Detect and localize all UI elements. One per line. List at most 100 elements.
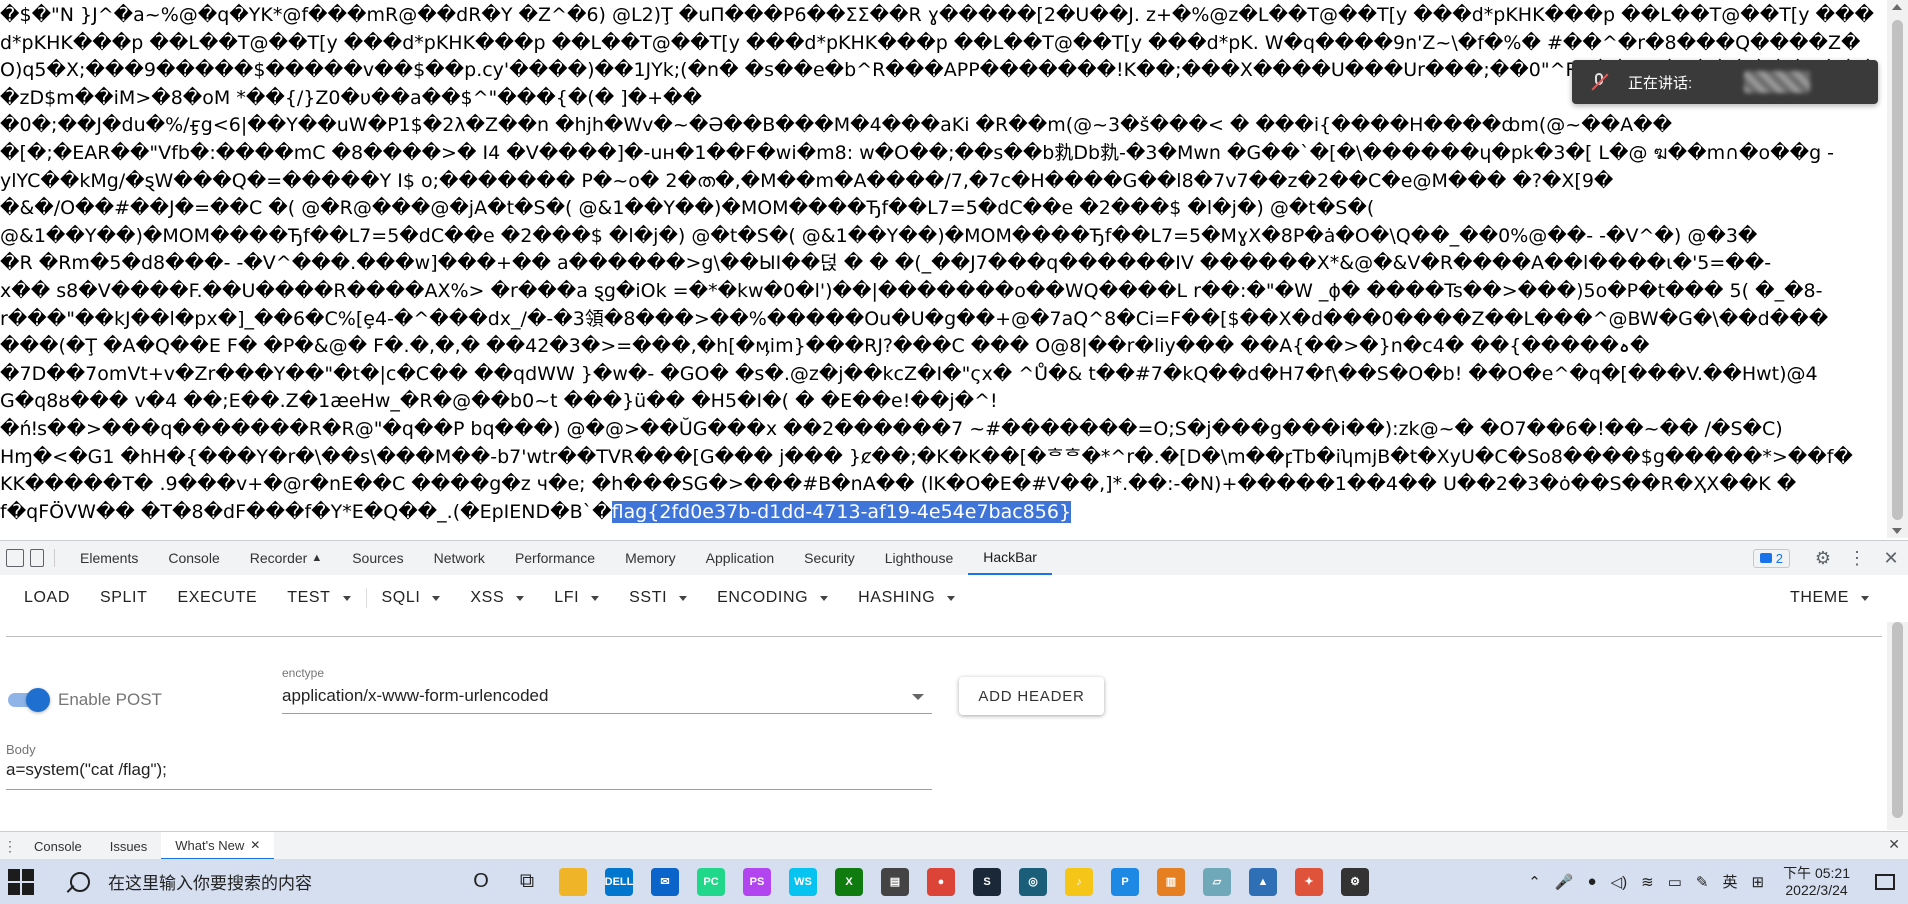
scroll-up-icon[interactable] [1892, 4, 1902, 10]
tab-performance[interactable]: Performance [500, 541, 610, 575]
battery-icon[interactable]: ▭ [1661, 873, 1689, 891]
close-tab-icon[interactable]: ✕ [250, 838, 260, 852]
chevron-down-icon [591, 595, 600, 601]
chevron-down-icon[interactable] [912, 694, 924, 700]
device-toolbar-icon[interactable] [30, 549, 44, 567]
test-menu[interactable]: TEST [272, 575, 365, 621]
tab-network[interactable]: Network [419, 541, 500, 575]
blurred-speaker-name [1744, 71, 1811, 93]
ime-layout-icon[interactable]: ⊞ [1744, 873, 1771, 891]
enctype-label: enctype [282, 666, 325, 680]
notes-icon[interactable]: ▱ [1194, 859, 1240, 904]
chevron-up-icon[interactable]: ⌃ [1521, 873, 1548, 891]
tab-hackbar[interactable]: HackBar [968, 541, 1052, 575]
volume-icon[interactable]: ◁) [1604, 873, 1635, 891]
xbox-icon[interactable]: X [826, 859, 872, 904]
p-app-icon[interactable]: P [1102, 859, 1148, 904]
pycharm-icon[interactable]: PC [688, 859, 734, 904]
encoding-menu[interactable]: ENCODING [702, 575, 843, 621]
tool-icon[interactable]: ✦ [1286, 859, 1332, 904]
enable-post-label: Enable POST [58, 690, 162, 709]
more-options-icon[interactable]: ⋮ [1840, 548, 1874, 569]
cortana-icon-glyph: O [473, 870, 489, 892]
execute-button[interactable]: EXECUTE [162, 575, 272, 621]
body-input[interactable]: a=system("cat /flag"); [6, 760, 167, 780]
scrollbar-thumb[interactable] [1892, 622, 1903, 818]
hashing-menu[interactable]: HASHING [843, 575, 970, 621]
add-header-button[interactable]: ADD HEADER [959, 677, 1104, 715]
load-button[interactable]: LOAD [0, 575, 85, 621]
news-icon-glyph: ▤ [881, 867, 909, 896]
flag-text[interactable]: flag{2fd0e37b-d1dd-4713-af19-4e54e7bac85… [611, 500, 1072, 523]
tab-sources[interactable]: Sources [337, 541, 418, 575]
body-label: Body [6, 742, 36, 757]
taskbar-search-box[interactable]: 在这里输入你要搜索的内容 [50, 859, 458, 904]
encoding-label: ENCODING [717, 589, 809, 606]
sqli-menu[interactable]: SQLI [367, 575, 456, 621]
windows-start-icon[interactable] [8, 868, 34, 895]
phpstorm-icon[interactable]: PS [734, 859, 780, 904]
news-icon[interactable]: ▤ [872, 859, 918, 904]
microphone-icon[interactable]: 🎤 [1548, 873, 1581, 891]
chrome-icon-glyph: ● [927, 867, 955, 896]
taskbar-clock[interactable]: 下午 05:21 2022/3/24 [1771, 865, 1862, 899]
netease-music-icon[interactable]: ♪ [1056, 859, 1102, 904]
dell-icon[interactable]: DELL [596, 859, 642, 904]
body-underline [6, 789, 932, 790]
close-devtools-icon[interactable]: ✕ [1874, 548, 1908, 569]
file-explorer-icon-glyph [559, 867, 587, 896]
task-view-icon[interactable]: ⧉ [504, 859, 550, 904]
p-app-icon-glyph: P [1111, 867, 1139, 896]
theme-menu[interactable]: THEME [1775, 575, 1884, 621]
xss-menu[interactable]: XSS [455, 575, 539, 621]
xbox-icon-glyph: X [835, 867, 863, 896]
settings-gear-icon[interactable]: ⚙ [1806, 548, 1840, 569]
tab-security[interactable]: Security [789, 541, 870, 575]
issues-badge[interactable]: 2 [1752, 548, 1790, 568]
steam-icon[interactable]: S [964, 859, 1010, 904]
app-icon[interactable]: ◎ [1010, 859, 1056, 904]
wifi-icon[interactable]: ≋ [1634, 873, 1661, 891]
chevron-down-icon [342, 595, 351, 601]
drawer-menu-icon[interactable]: ⋮ [0, 838, 20, 855]
drawer-tab-whats-new[interactable]: What's New ✕ [161, 832, 275, 860]
hackbar-scrollbar[interactable] [1887, 622, 1908, 830]
drawer-tab-issues[interactable]: Issues [96, 832, 162, 860]
split-button[interactable]: SPLIT [85, 575, 162, 621]
clock-date: 2022/3/24 [1785, 881, 1848, 898]
ime-mode-label[interactable]: 英 [1715, 871, 1744, 892]
drawer-tab-console[interactable]: Console [20, 832, 96, 860]
tab-elements[interactable]: Elements [65, 541, 153, 575]
tab-memory[interactable]: Memory [610, 541, 691, 575]
tab-console[interactable]: Console [153, 541, 234, 575]
scroll-down-icon[interactable] [1892, 528, 1902, 534]
tab-application[interactable]: Application [691, 541, 790, 575]
page-scrollbar[interactable] [1887, 0, 1908, 538]
tab-lighthouse[interactable]: Lighthouse [870, 541, 969, 575]
file-explorer-icon[interactable] [550, 859, 596, 904]
hackbar-toolbar: LOAD SPLIT EXECUTE TEST SQLI XSS LFI SST… [0, 575, 1908, 621]
lfi-menu[interactable]: LFI [539, 575, 614, 621]
qq-icon[interactable]: ● [1581, 873, 1604, 890]
ssti-menu[interactable]: SSTI [614, 575, 702, 621]
mail-icon[interactable]: ✉ [642, 859, 688, 904]
tab-recorder[interactable]: Recorder ▲ [235, 541, 337, 575]
inspect-element-icon[interactable] [6, 549, 24, 567]
photos-icon[interactable]: ▲ [1240, 859, 1286, 904]
enctype-select[interactable]: application/x-www-form-urlencoded [282, 686, 548, 706]
issues-icon [1759, 553, 1772, 563]
notification-center-icon[interactable] [1862, 859, 1908, 904]
settings-icon-glyph: ⚙ [1341, 867, 1369, 896]
close-drawer-icon[interactable]: ✕ [1888, 836, 1900, 853]
chrome-icon[interactable]: ● [918, 859, 964, 904]
webstorm-icon[interactable]: WS [780, 859, 826, 904]
chevron-down-icon [516, 595, 525, 601]
archive-icon[interactable]: ▥ [1148, 859, 1194, 904]
cortana-icon[interactable]: O [458, 859, 504, 904]
url-field-underline[interactable] [6, 636, 1882, 637]
scrollbar-thumb[interactable] [1892, 20, 1903, 520]
task-view-icon-glyph: ⧉ [519, 870, 535, 892]
enable-post-toggle[interactable] [8, 688, 50, 712]
pen-icon[interactable]: ✎ [1689, 873, 1716, 891]
settings-icon[interactable]: ⚙ [1332, 859, 1378, 904]
